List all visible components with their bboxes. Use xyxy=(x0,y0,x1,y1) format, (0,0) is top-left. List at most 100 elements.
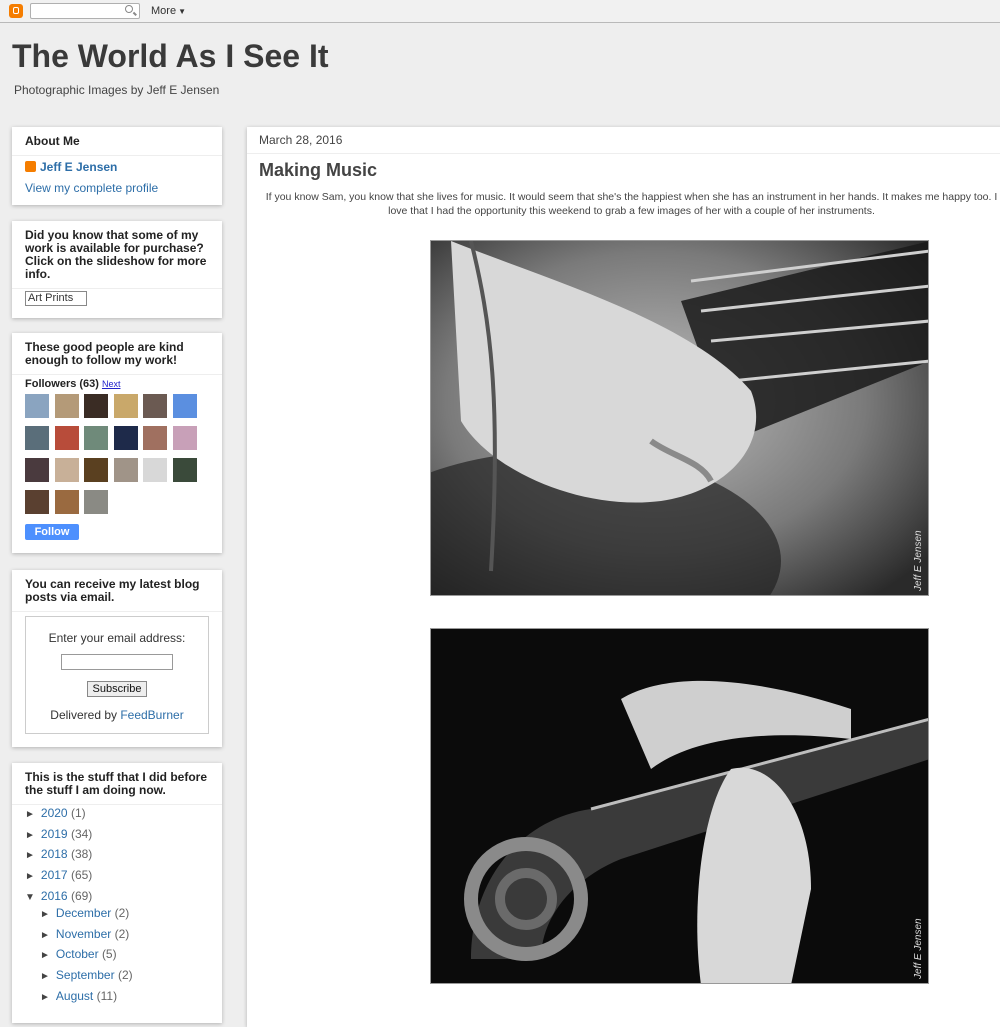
feedburner-link[interactable]: FeedBurner xyxy=(120,708,183,722)
archive-year[interactable]: ▼ 2016 (69) xyxy=(25,889,92,903)
follower-avatar[interactable] xyxy=(143,426,167,450)
archive-count: (5) xyxy=(101,947,117,962)
archive-year-label[interactable]: 2020 xyxy=(41,806,68,820)
follower-avatar[interactable] xyxy=(25,426,49,450)
widget-heading: About Me xyxy=(12,127,222,156)
archive-month-label[interactable]: October xyxy=(56,947,99,961)
follower-avatar[interactable] xyxy=(143,394,167,418)
archive-month-label[interactable]: August xyxy=(56,989,93,1003)
follower-avatar[interactable] xyxy=(84,426,108,450)
watermark: Jeff E Jensen xyxy=(913,530,924,592)
delivered-prefix: Delivered by xyxy=(50,708,121,722)
archive-month[interactable]: ► October (5) xyxy=(40,947,117,961)
archive-month[interactable]: ► September (2) xyxy=(40,968,133,982)
follower-avatar[interactable] xyxy=(84,394,108,418)
widget-heading: This is the stuff that I did before the … xyxy=(12,763,222,805)
archive-year[interactable]: ► 2019 (34) xyxy=(25,827,92,841)
archive-year-label[interactable]: 2018 xyxy=(41,847,68,861)
follower-avatar[interactable] xyxy=(172,458,197,482)
archive-year-label[interactable]: 2016 xyxy=(41,889,68,903)
archive-count: (65) xyxy=(70,868,93,883)
archive-month-label[interactable]: November xyxy=(56,927,111,941)
post-body: If you know Sam, you know that she lives… xyxy=(265,191,998,217)
expand-triangle-icon[interactable]: ► xyxy=(40,992,50,1003)
email-subscribe-widget: You can receive my latest blog posts via… xyxy=(12,570,222,747)
expand-triangle-icon[interactable]: ► xyxy=(25,871,35,882)
expand-triangle-icon[interactable]: ► xyxy=(40,930,50,941)
archive-count: (2) xyxy=(117,968,133,983)
blog-post: March 28, 2016 Making Music If you know … xyxy=(247,127,1000,1027)
follower-avatar[interactable] xyxy=(113,426,138,450)
follower-avatar[interactable] xyxy=(113,458,138,482)
expand-triangle-icon[interactable]: ► xyxy=(40,971,50,982)
about-me-widget: About Me Jeff E Jensen View my complete … xyxy=(12,127,222,205)
archive-count: (2) xyxy=(114,906,130,920)
follower-avatar[interactable] xyxy=(25,458,49,482)
expand-triangle-icon[interactable]: ► xyxy=(25,809,35,820)
expand-triangle-icon[interactable]: ► xyxy=(25,830,35,841)
follower-avatar[interactable] xyxy=(54,458,79,482)
archive-count: (1) xyxy=(70,806,86,820)
follower-avatar[interactable] xyxy=(25,394,49,418)
search-input[interactable] xyxy=(30,3,140,19)
art-prints-image[interactable]: Art Prints xyxy=(25,291,87,306)
guitar-photo[interactable]: Jeff E Jensen xyxy=(430,240,929,596)
archive-year-label[interactable]: 2017 xyxy=(41,868,68,882)
blog-archive-widget: This is the stuff that I did before the … xyxy=(12,763,222,1023)
expand-triangle-icon[interactable]: ► xyxy=(40,950,50,961)
follower-avatar[interactable] xyxy=(172,394,197,418)
expand-triangle-icon[interactable]: ► xyxy=(25,850,35,861)
search-icon[interactable] xyxy=(125,5,133,13)
delivered-by: Delivered by FeedBurner xyxy=(26,708,208,722)
follower-avatar[interactable] xyxy=(54,426,79,450)
archive-month[interactable]: ► August (11) xyxy=(40,989,117,1003)
archive-count: (34) xyxy=(70,826,93,841)
post-title[interactable]: Making Music xyxy=(259,160,377,181)
blog-description: Photographic Images by Jeff E Jensen xyxy=(14,83,220,97)
guitar-photo-art: Jeff E Jensen xyxy=(431,241,928,595)
followers-count: Followers (63) Next xyxy=(25,378,120,390)
divider xyxy=(247,153,1000,154)
follower-avatar[interactable] xyxy=(172,426,197,450)
followers-label: Followers (63) xyxy=(25,378,99,390)
profile-name-link[interactable]: Jeff E Jensen xyxy=(40,160,117,174)
blogger-icon[interactable] xyxy=(9,4,23,18)
follower-avatar[interactable] xyxy=(54,490,79,514)
view-profile-link[interactable]: View my complete profile xyxy=(25,181,158,195)
archive-year-label[interactable]: 2019 xyxy=(41,827,68,841)
watermark: Jeff E Jensen xyxy=(913,918,924,980)
follower-avatar[interactable] xyxy=(113,394,138,418)
follower-avatar[interactable] xyxy=(143,458,167,482)
archive-count: (38) xyxy=(70,847,93,862)
violin-photo[interactable]: Jeff E Jensen xyxy=(430,628,929,984)
archive-month-label[interactable]: December xyxy=(56,906,111,920)
expand-triangle-icon[interactable]: ► xyxy=(40,909,50,920)
profile-name[interactable]: Jeff E Jensen xyxy=(25,160,117,174)
follower-avatar[interactable] xyxy=(25,490,49,514)
archive-count: (11) xyxy=(96,988,118,1003)
subscribe-button[interactable]: Subscribe xyxy=(87,681,147,697)
email-label: Enter your email address: xyxy=(48,631,186,645)
archive-count: (2) xyxy=(114,926,130,941)
collapse-triangle-icon[interactable]: ▼ xyxy=(25,892,35,903)
blogger-profile-icon xyxy=(25,161,36,172)
archive-month-label[interactable]: September xyxy=(56,968,115,982)
follower-avatar[interactable] xyxy=(54,394,79,418)
followers-next-link[interactable]: Next xyxy=(102,379,121,389)
follow-button[interactable]: Follow xyxy=(25,524,79,540)
follower-avatar[interactable] xyxy=(84,490,108,514)
archive-count: (69) xyxy=(70,888,93,903)
followers-widget: These good people are kind enough to fol… xyxy=(12,333,222,553)
archive-year[interactable]: ► 2017 (65) xyxy=(25,868,92,882)
archive-month[interactable]: ► November (2) xyxy=(40,927,129,941)
archive-year[interactable]: ► 2020 (1) xyxy=(25,806,86,820)
more-label: More xyxy=(151,5,177,17)
archive-year[interactable]: ► 2018 (38) xyxy=(25,847,92,861)
widget-heading: You can receive my latest blog posts via… xyxy=(12,570,222,612)
more-menu[interactable]: More ▼ xyxy=(151,5,186,17)
blog-title[interactable]: The World As I See It xyxy=(12,38,329,75)
follower-avatar[interactable] xyxy=(84,458,108,482)
widget-heading: Did you know that some of my work is ava… xyxy=(12,221,222,289)
email-field[interactable] xyxy=(61,654,173,670)
archive-month[interactable]: ► December (2) xyxy=(40,906,129,920)
